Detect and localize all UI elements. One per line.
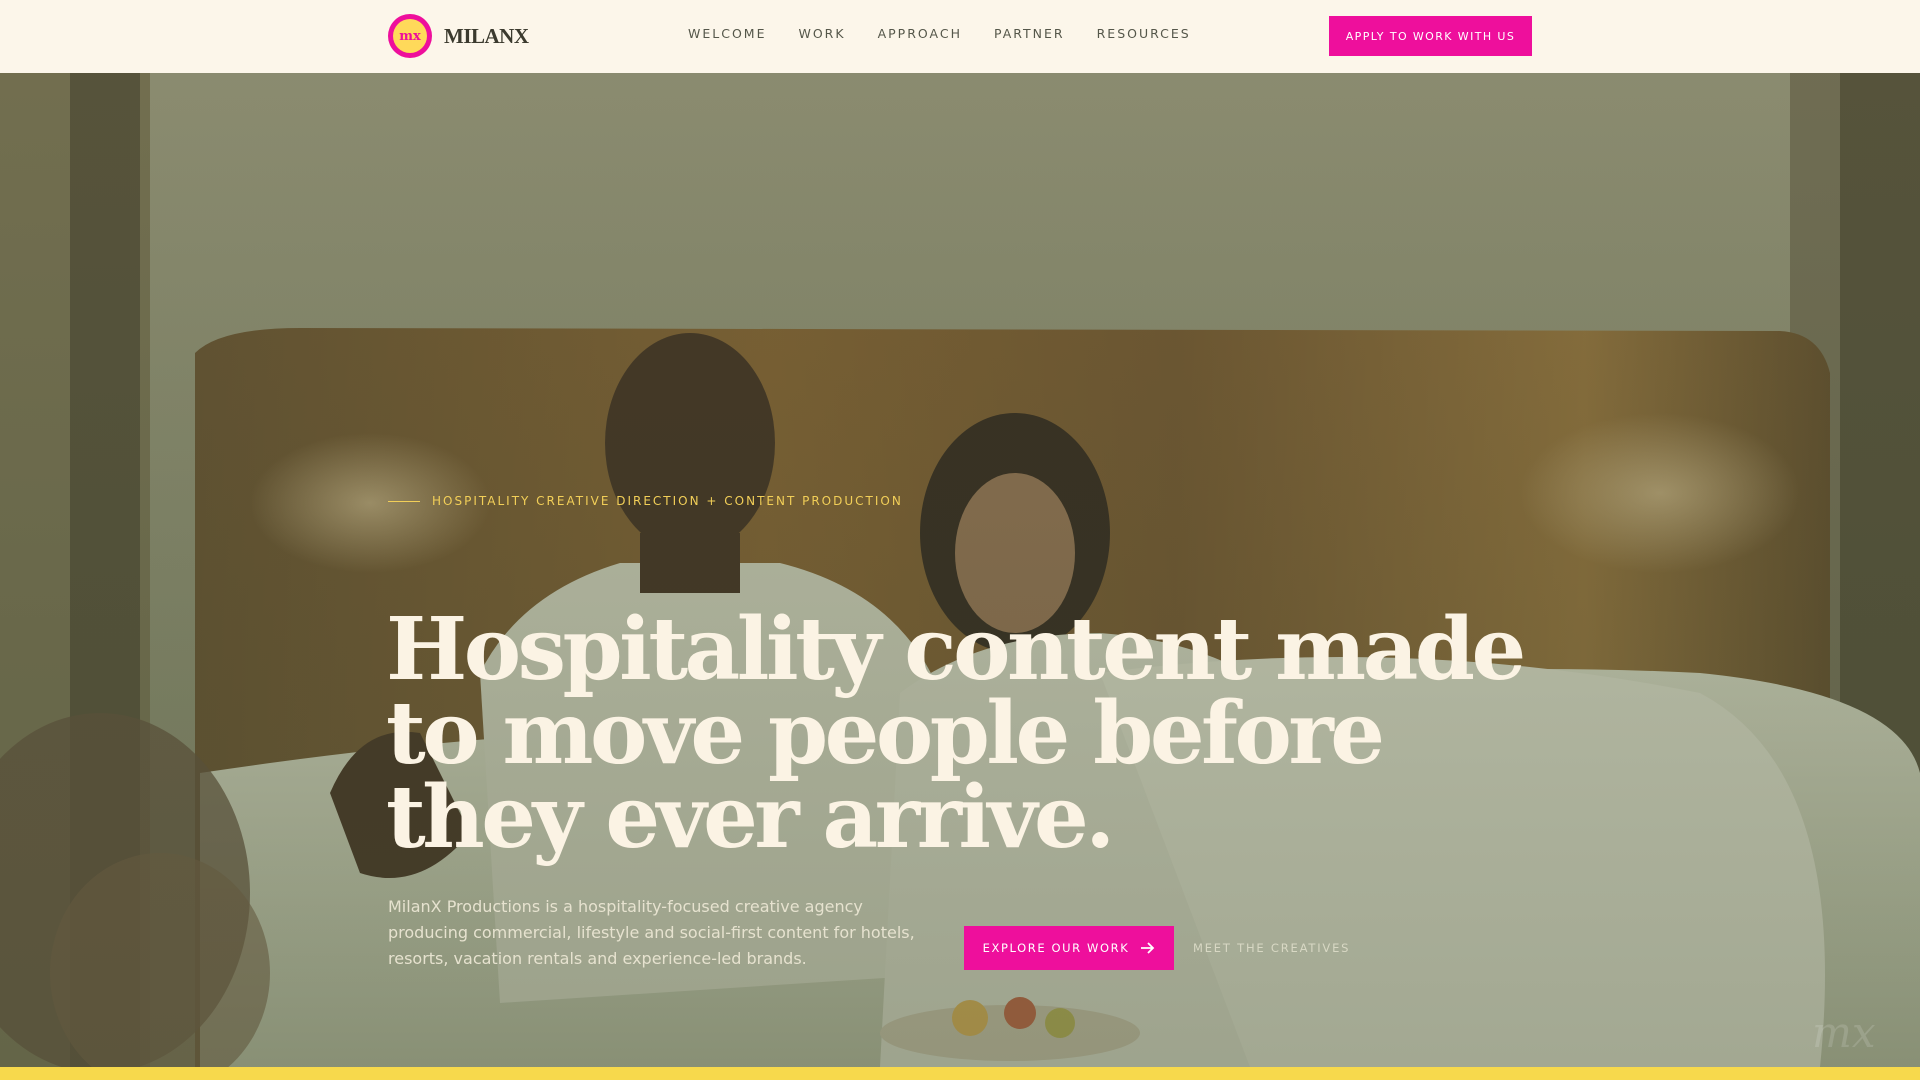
logo-mark-icon: mx (388, 14, 432, 58)
nav-partner[interactable]: PARTNER (994, 26, 1065, 41)
site-header: mx MILANX WELCOME WORK APPROACH PARTNER … (0, 0, 1920, 73)
nav-approach[interactable]: APPROACH (878, 26, 962, 41)
meet-creatives-link[interactable]: MEET THE CREATIVES (1193, 941, 1350, 955)
logo-text: MILANX (444, 23, 529, 48)
hero-overlay (0, 73, 1920, 1067)
eyebrow-text: HOSPITALITY CREATIVE DIRECTION + CONTENT… (432, 494, 903, 508)
main-nav: WELCOME WORK APPROACH PARTNER RESOURCES (688, 26, 1191, 41)
nav-work[interactable]: WORK (798, 26, 845, 41)
logo[interactable]: mx MILANX (388, 14, 529, 58)
apply-button[interactable]: APPLY TO WORK WITH US (1329, 16, 1532, 56)
nav-welcome[interactable]: WELCOME (688, 26, 766, 41)
hero-headline: Hospitality content made to move people … (386, 599, 1526, 868)
hero-subtext: MilanX Productions is a hospitality-focu… (388, 897, 915, 968)
logo-mark-text: mx (393, 19, 427, 53)
nav-resources[interactable]: RESOURCES (1097, 26, 1191, 41)
eyebrow-divider (388, 500, 420, 502)
hero-section: HOSPITALITY CREATIVE DIRECTION + CONTENT… (0, 73, 1920, 1067)
corner-watermark: mx (1812, 1008, 1876, 1057)
hero-eyebrow: HOSPITALITY CREATIVE DIRECTION + CONTENT… (388, 494, 903, 508)
explore-work-button[interactable]: EXPLORE OUR WORK (964, 926, 1174, 970)
explore-work-label: EXPLORE OUR WORK (982, 941, 1130, 955)
bottom-accent-bar (0, 1067, 1920, 1080)
arrow-right-icon (1141, 942, 1155, 954)
